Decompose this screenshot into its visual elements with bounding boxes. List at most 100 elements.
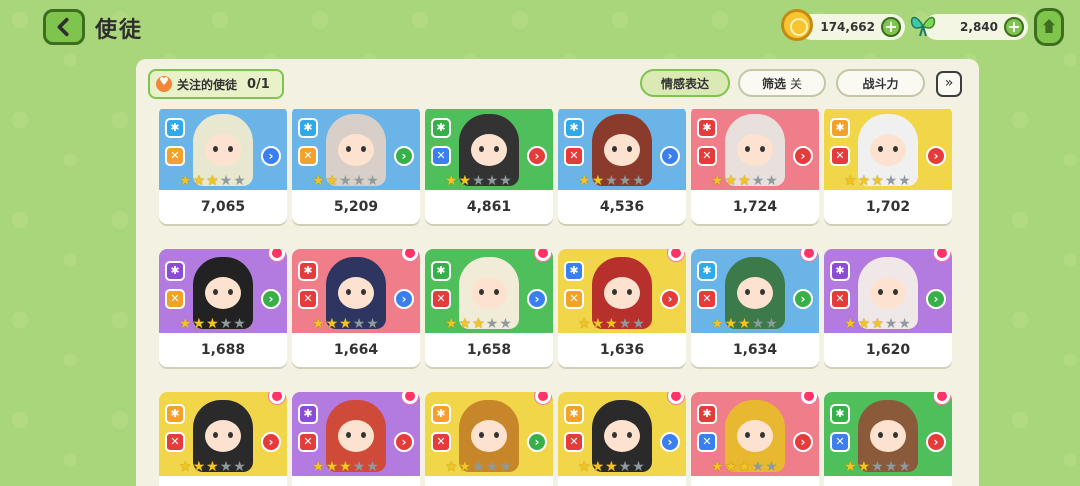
combat-power [159, 476, 287, 486]
position-arrow-icon: › [261, 146, 281, 166]
apostle-card[interactable]: ✱ ✕ › ★ ★ ★ ★ ★ 4,536 [558, 109, 686, 224]
star-icon: ★ [884, 173, 898, 189]
star-rating: ★ ★ ★ ★ ★ [578, 460, 645, 474]
element-icon: ✱ [431, 261, 451, 281]
star-rating: ★ ★ ★ ★ ★ [179, 317, 246, 331]
star-icon: ★ [898, 173, 911, 189]
position-arrow-icon: › [394, 146, 414, 166]
element-icon: ✱ [830, 404, 850, 424]
star-rating: ★ ★ ★ ★ ★ [844, 174, 911, 188]
gem-currency: 2,840 + [910, 14, 1028, 40]
star-rating: ★ ★ ★ ★ ★ [445, 460, 512, 474]
class-icon: ✕ [298, 146, 318, 166]
star-icon: ★ [751, 459, 765, 475]
star-icon: ★ [233, 173, 246, 189]
apostle-card[interactable]: ✱ ✕ › ★ ★ ★ ★ ★ [824, 392, 952, 486]
apostle-portrait: ✱ ✕ › ★ ★ ★ ★ ★ [691, 249, 819, 333]
element-icon: ✱ [165, 261, 185, 281]
apostle-card[interactable]: ✱ ✕ › ★ ★ ★ ★ ★ 4,861 [425, 109, 553, 224]
star-icon: ★ [844, 173, 857, 189]
filter-state: 关 [790, 76, 803, 91]
character-face [471, 420, 507, 452]
sort-power-button[interactable]: 战斗力 [836, 69, 925, 97]
apostle-card[interactable]: ✱ ✕ › ★ ★ ★ ★ ★ 1,658 [425, 249, 553, 367]
star-icon: ★ [366, 316, 379, 332]
star-icon: ★ [871, 459, 884, 475]
apostle-card[interactable]: ✱ ✕ › ★ ★ ★ ★ ★ [292, 392, 420, 486]
star-icon: ★ [738, 459, 751, 475]
apostle-portrait: ✱ ✕ › ★ ★ ★ ★ ★ [558, 392, 686, 476]
back-button[interactable] [43, 9, 85, 45]
star-icon: ★ [339, 316, 352, 332]
element-icon: ✱ [298, 404, 318, 424]
follow-count: 0/1 [247, 76, 270, 92]
emotion-label: 情感表达 [660, 76, 709, 91]
class-icon: ✕ [697, 432, 717, 452]
star-icon: ★ [751, 316, 765, 332]
emotion-expression-button[interactable]: 情感表达 [640, 69, 730, 97]
gold-coin-icon [781, 9, 813, 41]
star-rating: ★ ★ ★ ★ ★ [179, 460, 246, 474]
star-rating: ★ ★ ★ ★ ★ [445, 317, 512, 331]
star-icon: ★ [325, 173, 339, 189]
star-icon: ★ [458, 173, 472, 189]
class-icon: ✕ [564, 432, 584, 452]
combat-power [824, 476, 952, 486]
apostle-card[interactable]: ✱ ✕ › ★ ★ ★ ★ ★ [159, 392, 287, 486]
position-arrow-icon: › [793, 289, 813, 309]
apostle-card[interactable]: ✱ ✕ › ★ ★ ★ ★ ★ 1,636 [558, 249, 686, 367]
star-icon: ★ [485, 173, 499, 189]
star-icon: ★ [445, 316, 458, 332]
star-icon: ★ [632, 459, 645, 475]
combat-power [691, 476, 819, 486]
heart-icon [156, 75, 172, 92]
apostle-portrait: ✱ ✕ › ★ ★ ★ ★ ★ [159, 392, 287, 476]
apostle-card[interactable]: ✱ ✕ › ★ ★ ★ ★ ★ 1,620 [824, 249, 952, 367]
star-icon: ★ [632, 316, 645, 332]
apostle-card[interactable]: ✱ ✕ › ★ ★ ★ ★ ★ 1,702 [824, 109, 952, 224]
add-gems-button[interactable]: + [1004, 17, 1024, 37]
character-face [205, 420, 241, 452]
apostle-card[interactable]: ✱ ✕ › ★ ★ ★ ★ ★ [691, 392, 819, 486]
star-icon: ★ [738, 316, 751, 332]
star-icon: ★ [233, 459, 246, 475]
star-rating: ★ ★ ★ ★ ★ [844, 460, 911, 474]
double-chevron-down-icon[interactable]: » [936, 71, 962, 97]
apostle-portrait: ✱ ✕ › ★ ★ ★ ★ ★ [691, 392, 819, 476]
star-icon: ★ [458, 316, 472, 332]
star-icon: ★ [618, 173, 632, 189]
add-gold-button[interactable]: + [881, 17, 901, 37]
element-icon: ✱ [564, 404, 584, 424]
position-arrow-icon: › [926, 432, 946, 452]
apostle-card[interactable]: ✱ ✕ › ★ ★ ★ ★ ★ 1,688 [159, 249, 287, 367]
apostle-card[interactable]: ✱ ✕ › ★ ★ ★ ★ ★ 1,724 [691, 109, 819, 224]
apostle-portrait: ✱ ✕ › ★ ★ ★ ★ ★ [425, 109, 553, 190]
star-icon: ★ [591, 459, 605, 475]
star-icon: ★ [366, 173, 379, 189]
apostle-card[interactable]: ✱ ✕ › ★ ★ ★ ★ ★ 7,065 [159, 109, 287, 224]
apostle-card[interactable]: ✱ ✕ › ★ ★ ★ ★ ★ 1,634 [691, 249, 819, 367]
combat-power: 5,209 [292, 190, 420, 224]
star-rating: ★ ★ ★ ★ ★ [445, 174, 512, 188]
element-icon: ✱ [165, 404, 185, 424]
star-icon: ★ [485, 316, 499, 332]
apostle-portrait: ✱ ✕ › ★ ★ ★ ★ ★ [558, 109, 686, 190]
star-icon: ★ [751, 173, 765, 189]
star-icon: ★ [219, 316, 233, 332]
butterfly-gem-icon [910, 16, 936, 37]
class-icon: ✕ [830, 289, 850, 309]
home-button[interactable] [1034, 8, 1064, 46]
followed-apostles-button[interactable]: 关注的使徒 0/1 [148, 69, 284, 99]
character-face [604, 134, 640, 166]
star-icon: ★ [233, 316, 246, 332]
star-icon: ★ [179, 173, 192, 189]
apostle-card[interactable]: ✱ ✕ › ★ ★ ★ ★ ★ [425, 392, 553, 486]
apostle-card[interactable]: ✱ ✕ › ★ ★ ★ ★ ★ [558, 392, 686, 486]
filter-button[interactable]: 筛选 关 [738, 69, 826, 97]
star-icon: ★ [445, 173, 458, 189]
apostle-portrait: ✱ ✕ › ★ ★ ★ ★ ★ [691, 109, 819, 190]
class-icon: ✕ [298, 432, 318, 452]
apostle-card[interactable]: ✱ ✕ › ★ ★ ★ ★ ★ 1,664 [292, 249, 420, 367]
star-icon: ★ [738, 173, 751, 189]
apostle-card[interactable]: ✱ ✕ › ★ ★ ★ ★ ★ 5,209 [292, 109, 420, 224]
